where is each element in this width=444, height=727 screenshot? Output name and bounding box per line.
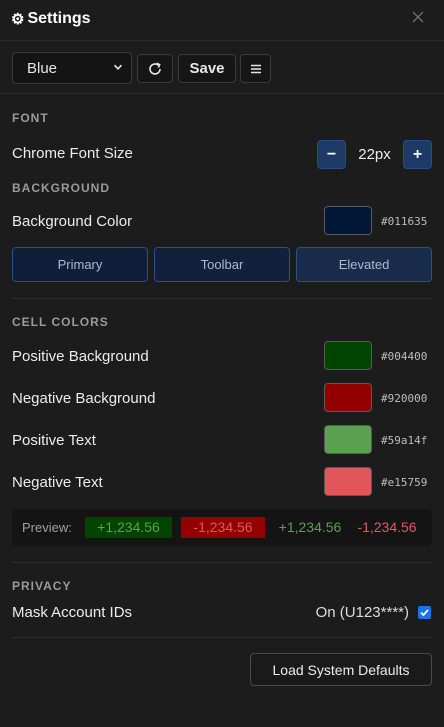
panel-title-text: Settings	[27, 10, 91, 27]
background-color-swatch[interactable]	[324, 206, 372, 235]
positive-text-swatch[interactable]	[324, 425, 372, 454]
positive-background-label: Positive Background	[12, 348, 149, 365]
preview-negative-background-sample: -1,234.56	[181, 517, 265, 538]
negative-background-hex: #920000	[381, 392, 428, 405]
load-system-defaults-button[interactable]: Load System Defaults	[250, 653, 432, 686]
font-size-value: 22px	[358, 146, 391, 163]
chrome-font-size-label: Chrome Font Size	[12, 145, 133, 162]
mask-account-ids-label: Mask Account IDs	[12, 604, 133, 621]
background-color-hex: #011635	[381, 215, 428, 228]
theme-select-value: Blue	[27, 59, 58, 77]
menu-icon	[250, 64, 261, 73]
theme-select[interactable]: Blue	[12, 52, 132, 84]
negative-text-hex: #e15759	[381, 476, 428, 489]
section-label-font: FONT	[12, 111, 49, 125]
positive-background-hex: #004400	[381, 350, 428, 363]
settings-toolbar: Blue Save	[0, 41, 444, 94]
preset-toolbar-button[interactable]: Toolbar	[154, 247, 290, 282]
settings-panel: ⚙ Settings Blue Save FONT Chrome Font Si…	[0, 0, 444, 727]
preview-negative-text-sample: -1,234.56	[357, 519, 417, 535]
divider	[12, 562, 432, 563]
negative-text-swatch[interactable]	[324, 467, 372, 496]
preview-positive-background-sample: +1,234.56	[85, 517, 172, 538]
refresh-icon	[149, 61, 161, 75]
divider	[12, 298, 432, 299]
divider	[12, 637, 432, 638]
background-color-label: Background Color	[12, 213, 133, 230]
positive-background-swatch[interactable]	[324, 341, 372, 370]
gear-icon: ⚙	[11, 11, 25, 28]
positive-text-label: Positive Text	[12, 432, 96, 449]
preview-positive-text-sample: +1,234.56	[278, 519, 342, 535]
cell-color-preview: Preview: +1,234.56 -1,234.56 +1,234.56 -…	[12, 509, 432, 546]
font-size-increase-button[interactable]: +	[403, 140, 432, 169]
positive-text-hex: #59a14f	[381, 434, 428, 447]
save-button[interactable]: Save	[178, 54, 236, 83]
negative-text-label: Negative Text	[12, 474, 103, 491]
chevron-down-icon	[113, 64, 123, 70]
checkmark-icon	[420, 609, 429, 617]
negative-background-label: Negative Background	[12, 390, 156, 407]
close-icon[interactable]	[410, 10, 426, 28]
section-label-privacy: PRIVACY	[12, 579, 72, 593]
settings-header: ⚙ Settings	[0, 0, 444, 41]
panel-title: ⚙ Settings	[11, 10, 91, 28]
preview-label: Preview:	[22, 520, 72, 535]
mask-account-ids-value: On (U123****)	[315, 604, 409, 621]
preset-elevated-button[interactable]: Elevated	[296, 247, 432, 282]
refresh-button[interactable]	[137, 54, 173, 83]
section-label-background: BACKGROUND	[12, 181, 110, 195]
preset-primary-button[interactable]: Primary	[12, 247, 148, 282]
negative-background-swatch[interactable]	[324, 383, 372, 412]
section-label-cell-colors: CELL COLORS	[12, 315, 109, 329]
mask-account-ids-checkbox[interactable]	[418, 606, 431, 619]
menu-button[interactable]	[240, 54, 271, 83]
font-size-decrease-button[interactable]: −	[317, 140, 346, 169]
